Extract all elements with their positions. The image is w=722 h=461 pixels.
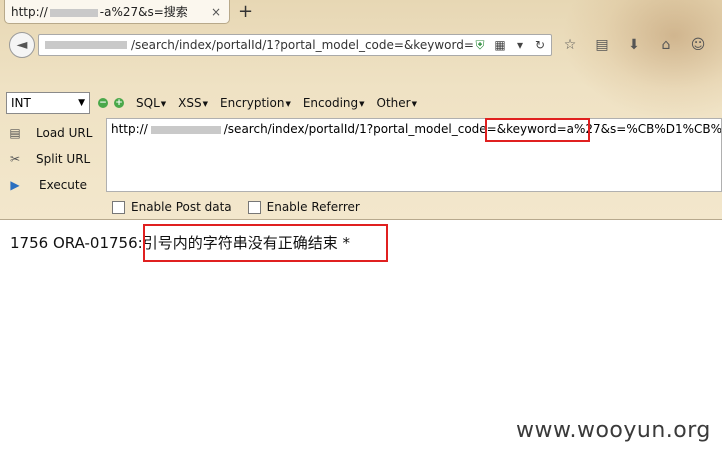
- hackbar-url-textarea[interactable]: http:// /search/index/portalId/1?portal_m…: [106, 118, 722, 192]
- tab-title: http:// -a%27&s=搜索: [11, 3, 188, 20]
- load-url-icon: ▤: [9, 126, 21, 140]
- url-rest: &s=%CB%D1%CB%F7: [600, 122, 722, 136]
- close-icon[interactable]: ×: [209, 5, 223, 19]
- error-code: 1756 ORA-01756:: [10, 234, 143, 252]
- menu-encoding[interactable]: Encoding▼: [303, 96, 365, 110]
- menu-encryption-label: Encryption: [220, 96, 285, 110]
- dropdown-icon[interactable]: ▾: [513, 38, 527, 53]
- address-bar-icons: ⛨ ▦ ▾ ↻: [473, 38, 547, 53]
- url-main: /search/index/portalId/1?portal_model_co…: [223, 122, 497, 136]
- menu-encoding-label: Encoding: [302, 96, 359, 110]
- increase-icon[interactable]: +: [114, 98, 124, 108]
- menu-other-label: Other: [376, 96, 411, 110]
- chevron-down-icon: ▼: [202, 99, 208, 108]
- reading-list-icon[interactable]: ▤: [592, 35, 612, 55]
- type-select[interactable]: INT ▼: [6, 92, 90, 114]
- qr-code-icon[interactable]: ▦: [493, 38, 507, 53]
- navigation-bar: ◄ /search/index/portalId/1?portal_model_…: [0, 26, 722, 62]
- enable-referrer-label: Enable Referrer: [266, 200, 360, 214]
- execute-button[interactable]: ▶ Execute: [0, 172, 106, 198]
- toolbar-icons: ☆ ▤ ⬇ ⌂ ☺ ☰: [560, 35, 722, 55]
- split-url-button[interactable]: ✂ Split URL: [0, 146, 106, 172]
- address-bar[interactable]: /search/index/portalId/1?portal_model_co…: [38, 34, 552, 56]
- shield-icon[interactable]: ⛨: [473, 38, 487, 53]
- content-divider: [0, 219, 722, 220]
- chevron-down-icon: ▼: [411, 99, 417, 108]
- home-icon[interactable]: ⌂: [656, 35, 676, 55]
- checkbox-icon: [112, 200, 125, 214]
- menu-sql[interactable]: SQL▼: [136, 96, 166, 110]
- new-tab-button[interactable]: +: [238, 1, 253, 22]
- menu-sql-label: SQL: [136, 96, 160, 110]
- split-url-label: Split URL: [36, 152, 91, 166]
- address-text: /search/index/portalId/1?portal_model_co…: [131, 38, 474, 52]
- tab-title-prefix: http://: [11, 5, 48, 19]
- play-icon: ▶: [10, 178, 20, 192]
- menu-other[interactable]: Other▼: [377, 96, 417, 110]
- decrease-icon[interactable]: −: [98, 98, 108, 108]
- hackbar-toolbar: INT ▼ − + SQL▼ XSS▼ Encryption▼ Encoding…: [0, 90, 722, 116]
- reload-icon[interactable]: ↻: [533, 38, 547, 53]
- menu-xss[interactable]: XSS▼: [178, 96, 208, 110]
- chevron-down-icon: ▼: [160, 99, 167, 108]
- back-button[interactable]: ◄: [9, 32, 35, 58]
- download-icon[interactable]: ⬇: [624, 35, 644, 55]
- url-prefix: http://: [111, 122, 148, 136]
- redacted-host: [45, 41, 127, 49]
- tab-title-suffix: -a%27&s=搜索: [99, 5, 188, 19]
- menu-encryption[interactable]: Encryption▼: [220, 96, 291, 110]
- payload-highlight-box: [485, 118, 590, 142]
- execute-label: Execute: [39, 178, 87, 192]
- redacted-host: [150, 125, 221, 134]
- chevron-down-icon: ▼: [285, 99, 291, 108]
- enable-referrer-checkbox[interactable]: Enable Referrer: [247, 200, 360, 214]
- browser-tab[interactable]: http:// -a%27&s=搜索 ×: [4, 0, 230, 24]
- load-url-button[interactable]: ▤ Load URL: [0, 120, 106, 146]
- menu-xss-label: XSS: [178, 96, 202, 110]
- hackbar-actions: ▤ Load URL ✂ Split URL ▶ Execute: [0, 120, 106, 198]
- chevron-down-icon: ▼: [78, 98, 85, 108]
- enable-post-label: Enable Post data: [131, 200, 232, 214]
- bookmark-star-icon[interactable]: ☆: [560, 35, 580, 55]
- social-icon[interactable]: ☺: [688, 35, 708, 55]
- load-url-label: Load URL: [36, 126, 93, 140]
- scissors-icon: ✂: [9, 152, 21, 166]
- hackbar-options: Enable Post data Enable Referrer: [0, 197, 722, 217]
- error-highlight-box: [143, 224, 388, 262]
- checkbox-icon: [247, 200, 261, 214]
- type-select-value: INT: [11, 96, 31, 110]
- redacted-host: [49, 8, 98, 17]
- enable-post-checkbox[interactable]: Enable Post data: [112, 200, 232, 214]
- watermark: www.wooyun.org: [516, 418, 711, 443]
- chevron-down-icon: ▼: [359, 99, 365, 108]
